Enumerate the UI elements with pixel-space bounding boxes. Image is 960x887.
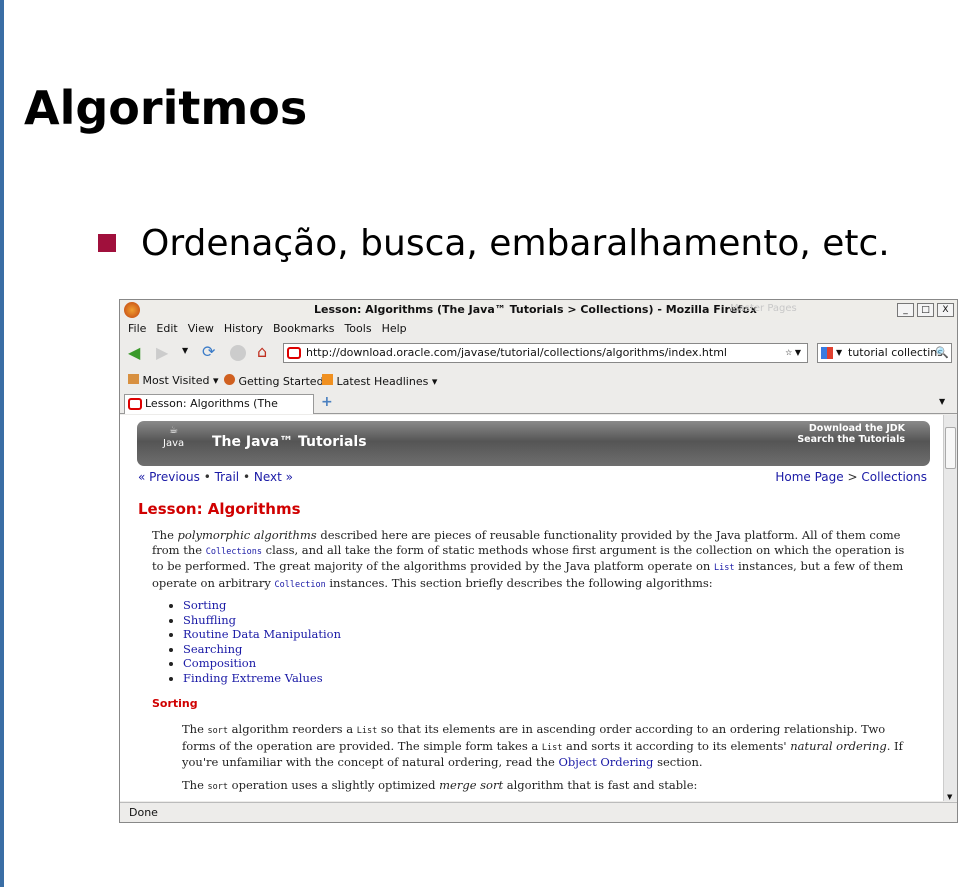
intro-paragraph: The polymorphic algorithms described her… [152,528,905,590]
collections-link[interactable]: Collections [861,470,927,484]
firefox-icon [124,302,140,318]
object-ordering-link[interactable]: Object Ordering [559,755,654,769]
menu-bookmarks[interactable]: Bookmarks [273,322,334,335]
new-tab-button[interactable]: + [321,394,333,410]
menu-file[interactable]: File [128,322,146,335]
firefox-window: Lesson: Algorithms (The Java™ Tutorials … [119,299,958,823]
folder-icon [128,374,139,384]
bullet-square-icon [98,234,116,252]
google-icon[interactable] [821,347,833,359]
url-input[interactable]: http://download.oracle.com/javase/tutori… [283,343,808,363]
slide-bullet: Ordenação, busca, embaralhamento, etc. [141,223,890,264]
navigation-toolbar: ◀ ▶ ▼ ⟳ ⌂ http://download.oracle.com/jav… [120,340,957,366]
banner-title: The Java™ Tutorials [212,434,367,450]
page-heading: Lesson: Algorithms [138,500,301,518]
list-item-searching[interactable]: Searching [183,642,242,656]
tab-bar: Lesson: Algorithms (The Java™ ... + ▼ [120,393,957,428]
bookmarks-toolbar: Most Visited ▾ Getting Started Latest He… [120,372,957,390]
close-button[interactable]: X [937,303,954,317]
title-bar: Lesson: Algorithms (The Java™ Tutorials … [120,300,957,320]
firefox-icon [224,374,235,385]
tab-lesson-algorithms[interactable]: Lesson: Algorithms (The Java™ ... [124,394,314,428]
ghost-text: Master Pages [730,303,797,314]
bookmark-getting-started[interactable]: Getting Started [224,374,324,388]
menu-history[interactable]: History [224,322,263,335]
algorithm-list: Sorting Shuffling Routine Data Manipulat… [183,598,341,686]
menu-edit[interactable]: Edit [156,322,177,335]
page-nav: « Previous • Trail • Next » [138,470,293,484]
menu-bar: File Edit View History Bookmarks Tools Help [120,321,957,338]
forward-button-icon[interactable]: ▶ [156,343,168,362]
list-item-composition[interactable]: Composition [183,656,256,670]
slide-title: Algoritmos [24,81,308,135]
list-item-shuffling[interactable]: Shuffling [183,613,236,627]
list-link[interactable]: List [714,563,734,573]
tab-list-icon[interactable]: ▼ [939,397,945,406]
home-icon[interactable]: ⌂ [257,342,267,361]
slide-left-border [0,0,4,887]
download-jdk-link[interactable]: Download the JDK [809,423,905,434]
menu-help[interactable]: Help [382,322,407,335]
list-item-sorting[interactable]: Sorting [183,598,226,612]
rss-icon [322,374,333,385]
list-item-routine-data[interactable]: Routine Data Manipulation [183,627,341,641]
sorting-paragraph: The sort algorithm reorders a List so th… [182,722,903,770]
search-input[interactable]: ▼ tutorial collectins 🔍 [817,343,952,363]
search-text: tutorial collectins [848,346,943,359]
stop-icon[interactable] [230,345,246,361]
url-text: http://download.oracle.com/javase/tutori… [306,346,727,359]
scrollbar-thumb[interactable] [945,427,956,469]
window-title: Lesson: Algorithms (The Java™ Tutorials … [314,303,757,316]
search-icon[interactable]: 🔍 [935,344,949,362]
maximize-button[interactable]: □ [917,303,934,317]
collection-link[interactable]: Collection [275,580,326,590]
vertical-scrollbar[interactable]: ▼ [943,415,957,801]
history-dropdown-icon[interactable]: ▼ [182,346,188,355]
page-content: ☕ Java The Java™ Tutorials Download the J… [120,415,943,801]
java-tutorials-banner: ☕ Java The Java™ Tutorials Download the J… [137,421,930,466]
back-button-icon[interactable]: ◀ [128,343,140,362]
bookmark-most-visited[interactable]: Most Visited ▾ [128,374,218,387]
oracle-favicon-icon [287,347,301,359]
status-bar: Done [120,802,957,823]
java-logo: ☕ Java [163,425,185,449]
menu-view[interactable]: View [188,322,214,335]
search-tutorials-link[interactable]: Search the Tutorials [797,434,905,445]
collections-class-link[interactable]: Collections [206,547,262,557]
merge-sort-paragraph: The sort operation uses a slightly optim… [182,778,698,792]
engine-dropdown-icon[interactable]: ▼ [836,344,842,362]
list-item-extreme-values[interactable]: Finding Extreme Values [183,671,323,685]
sorting-heading: Sorting [152,697,198,710]
scroll-down-icon[interactable]: ▼ [947,793,952,801]
next-link[interactable]: Next » [254,470,293,484]
breadcrumb: Home Page > Collections [775,470,927,484]
reload-icon[interactable]: ⟳ [202,342,215,361]
trail-link[interactable]: Trail [215,470,240,484]
oracle-favicon-icon [128,398,142,410]
minimize-button[interactable]: _ [897,303,914,317]
url-dropdown-icon[interactable]: ☆ ▼ [785,344,801,362]
home-page-link[interactable]: Home Page [775,470,843,484]
menu-tools[interactable]: Tools [344,322,371,335]
bookmark-latest-headlines[interactable]: Latest Headlines ▾ [322,374,437,388]
previous-link[interactable]: « Previous [138,470,200,484]
